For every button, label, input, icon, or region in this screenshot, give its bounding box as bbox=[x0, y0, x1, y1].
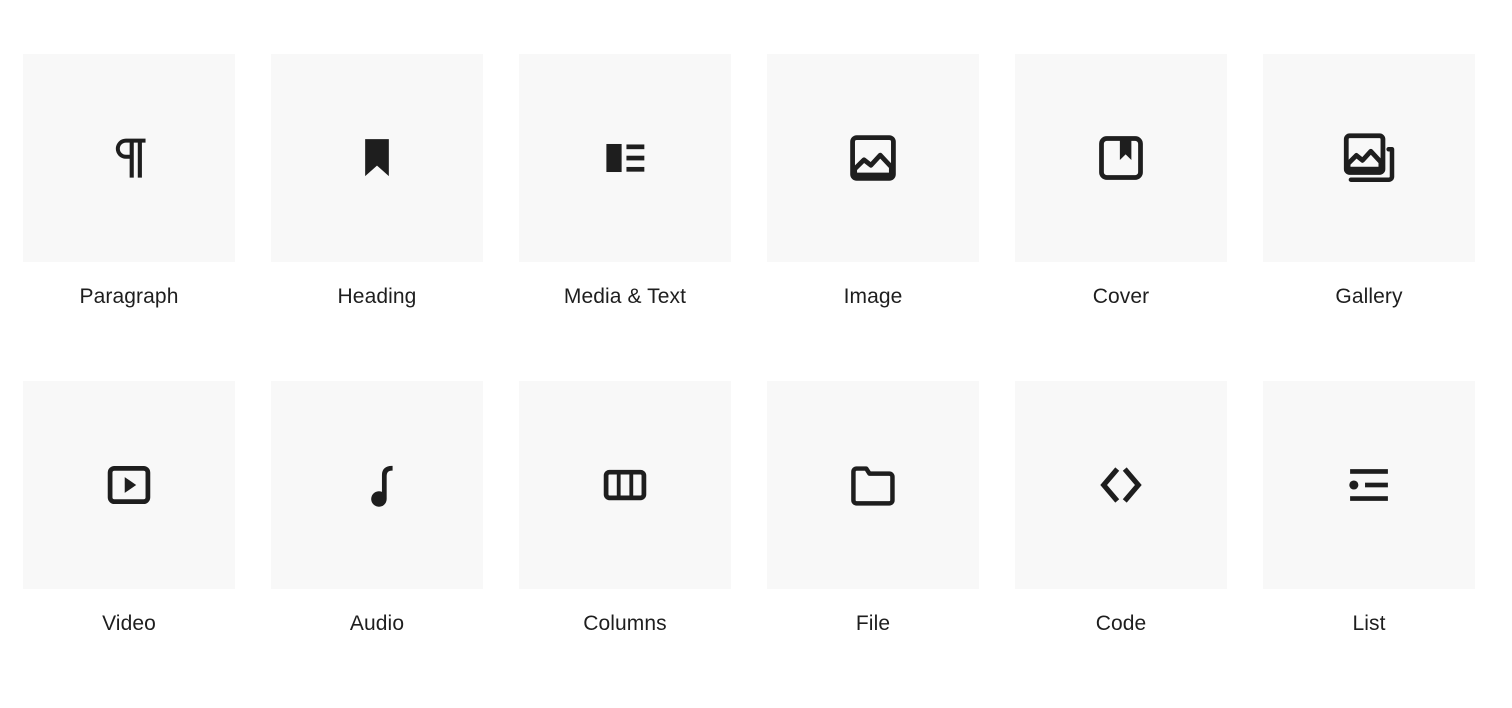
block-tile-paragraph[interactable] bbox=[23, 54, 235, 262]
block-tile-cover[interactable] bbox=[1015, 54, 1227, 262]
block-item-heading[interactable]: Heading bbox=[271, 54, 483, 381]
block-item-audio[interactable]: Audio bbox=[271, 381, 483, 708]
block-label-gallery: Gallery bbox=[1335, 285, 1403, 308]
block-item-code[interactable]: Code bbox=[1015, 381, 1227, 708]
block-item-gallery[interactable]: Gallery bbox=[1263, 54, 1475, 381]
video-play-icon bbox=[102, 458, 156, 512]
columns-icon bbox=[598, 458, 652, 512]
block-item-image[interactable]: Image bbox=[767, 54, 979, 381]
paragraph-pilcrow-icon bbox=[98, 127, 160, 189]
block-tile-file[interactable] bbox=[767, 381, 979, 589]
code-angle-brackets-icon bbox=[1090, 454, 1152, 516]
block-label-media-and-text: Media & Text bbox=[563, 285, 687, 308]
block-label-cover: Cover bbox=[1092, 285, 1150, 308]
block-item-paragraph[interactable]: Paragraph bbox=[23, 54, 235, 381]
block-item-media-and-text[interactable]: Media & Text bbox=[519, 54, 731, 381]
file-folder-icon bbox=[844, 456, 902, 514]
block-label-image: Image bbox=[843, 285, 903, 308]
block-tile-gallery[interactable] bbox=[1263, 54, 1475, 262]
block-item-file[interactable]: File bbox=[767, 381, 979, 708]
block-label-video: Video bbox=[102, 612, 156, 635]
block-tile-media-and-text[interactable] bbox=[519, 54, 731, 262]
list-icon bbox=[1341, 457, 1397, 513]
heading-bookmark-icon bbox=[348, 129, 406, 187]
block-tile-video[interactable] bbox=[23, 381, 235, 589]
block-item-columns[interactable]: Columns bbox=[519, 381, 731, 708]
block-label-list: List bbox=[1352, 612, 1386, 635]
block-inserter-grid: Paragraph Heading Media & Text Image Cov… bbox=[23, 54, 1476, 708]
block-tile-image[interactable] bbox=[767, 54, 979, 262]
block-item-list[interactable]: List bbox=[1263, 381, 1475, 708]
block-item-video[interactable]: Video bbox=[23, 381, 235, 708]
block-tile-audio[interactable] bbox=[271, 381, 483, 589]
block-item-cover[interactable]: Cover bbox=[1015, 54, 1227, 381]
block-tile-code[interactable] bbox=[1015, 381, 1227, 589]
block-label-columns: Columns bbox=[583, 612, 667, 635]
cover-icon bbox=[1091, 128, 1151, 188]
block-label-audio: Audio bbox=[349, 612, 405, 635]
block-label-file: File bbox=[855, 612, 891, 635]
block-tile-columns[interactable] bbox=[519, 381, 731, 589]
gallery-icon bbox=[1338, 127, 1400, 189]
audio-note-icon bbox=[348, 456, 406, 514]
block-tile-list[interactable] bbox=[1263, 381, 1475, 589]
media-and-text-icon bbox=[596, 129, 654, 187]
block-tile-heading[interactable] bbox=[271, 54, 483, 262]
block-label-paragraph: Paragraph bbox=[79, 285, 179, 308]
block-label-heading: Heading bbox=[337, 285, 417, 308]
image-icon bbox=[842, 127, 904, 189]
block-label-code: Code bbox=[1095, 612, 1147, 635]
